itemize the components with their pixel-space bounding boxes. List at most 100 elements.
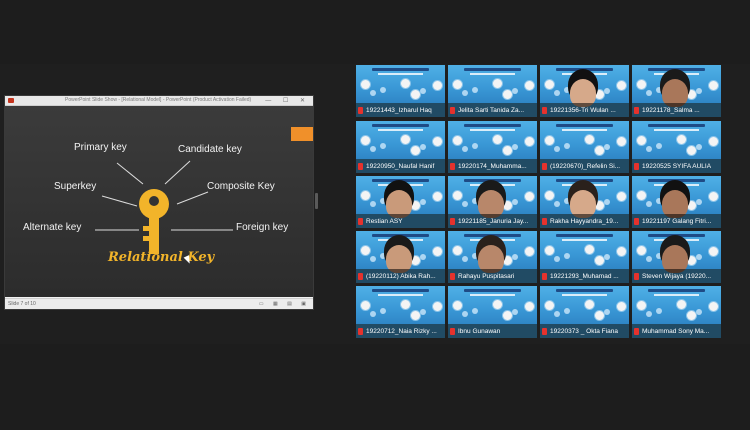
participant-name: 19221178_Salma ...: [642, 107, 700, 114]
logo-icon: [554, 201, 560, 207]
participant-tile[interactable]: 19220373 _ Okta Fiana: [540, 286, 629, 338]
background-subheading: [654, 294, 699, 296]
participant-name: 19221185_Januria Jay...: [458, 218, 529, 225]
logo-icon: [616, 301, 627, 312]
logo-icon: [452, 79, 463, 90]
background-subheading: [654, 129, 699, 131]
background-heading: [464, 124, 521, 127]
mic-muted-icon: [542, 107, 547, 114]
participant-name: Muhammad Sony Ma...: [642, 328, 710, 335]
logo-icon: [544, 300, 555, 311]
background-subheading: [562, 294, 607, 296]
background-logos: [544, 298, 627, 321]
logo-icon: [492, 78, 503, 89]
background-subheading: [654, 73, 699, 75]
participant-tile[interactable]: (19220112) Abika Rah...: [356, 231, 445, 283]
participant-tile[interactable]: Ibnu Gunawan: [448, 286, 537, 338]
participant-tile[interactable]: (19220670)_Refelin Si...: [540, 121, 629, 173]
participant-tile[interactable]: 19221197 Galang Fitri...: [632, 176, 721, 228]
background-subheading: [378, 239, 423, 241]
participant-tile[interactable]: 19221293_Muhamad ...: [540, 231, 629, 283]
participant-tile[interactable]: Restian ASY: [356, 176, 445, 228]
slide-accent-tab: [291, 127, 313, 141]
participant-tile[interactable]: Rakha Hayyandra_19...: [540, 176, 629, 228]
key-hole: [149, 196, 159, 206]
participant-tile[interactable]: 19220950_Naufal Hanif: [356, 121, 445, 173]
mic-muted-icon: [542, 163, 547, 170]
mic-muted-icon: [358, 218, 363, 225]
logo-icon: [370, 146, 376, 152]
participant-tile[interactable]: Rahayu Puspitasari: [448, 231, 537, 283]
logo-icon: [554, 256, 560, 262]
logo-icon: [616, 80, 627, 91]
logo-icon: [462, 201, 468, 207]
logo-icon: [410, 145, 421, 156]
mic-muted-icon: [358, 163, 363, 170]
participant-tile[interactable]: 19221443_Izharul Haq: [356, 65, 445, 117]
logo-icon: [524, 80, 535, 91]
mic-muted-icon: [450, 107, 455, 114]
logo-icon: [708, 301, 719, 312]
logo-icon: [564, 143, 570, 149]
participant-tile[interactable]: 19220525 SYIFA AULIA: [632, 121, 721, 173]
logo-icon: [380, 308, 386, 314]
label-candidate-key: Candidate key: [178, 144, 242, 155]
view-controls-icon[interactable]: ▭ ▦ ▤ ▣: [259, 301, 310, 307]
virtual-background: [448, 65, 537, 103]
panel-splitter-handle[interactable]: [315, 193, 318, 209]
logo-icon: [544, 190, 555, 201]
background-subheading: [562, 239, 607, 241]
virtual-background: [540, 231, 629, 269]
background-subheading: [378, 184, 423, 186]
window-controls[interactable]: — ☐ ✕: [265, 97, 310, 104]
background-heading: [464, 179, 521, 182]
participant-name: 19220950_Naufal Hanif: [366, 163, 435, 170]
virtual-background: [540, 121, 629, 159]
connector-superkey: [101, 195, 138, 207]
virtual-background: [448, 121, 537, 159]
participant-tile[interactable]: 19221178_Salma ...: [632, 65, 721, 117]
logo-icon: [380, 87, 386, 93]
logo-icon: [584, 134, 595, 145]
participant-tile[interactable]: Jelita Sarti Tanida Za...: [448, 65, 537, 117]
logo-icon: [370, 311, 376, 317]
logo-icon: [708, 80, 719, 91]
virtual-background: [356, 286, 445, 324]
logo-icon: [410, 310, 421, 321]
shared-screen-window[interactable]: PowerPoint Slide Show - [Relational Mode…: [4, 95, 314, 310]
background-heading: [464, 234, 521, 237]
mic-muted-icon: [634, 107, 639, 114]
logo-icon: [462, 90, 468, 96]
mic-muted-icon: [542, 218, 547, 225]
background-subheading: [562, 73, 607, 75]
logo-icon: [472, 308, 478, 314]
participant-name: Jelita Sarti Tanida Za...: [458, 107, 524, 114]
participant-tile[interactable]: 19220712_Naia Rizky ...: [356, 286, 445, 338]
background-heading: [556, 68, 613, 71]
participant-tile[interactable]: 19220174_Muhamma...: [448, 121, 537, 173]
logo-icon: [370, 90, 376, 96]
logo-icon: [646, 90, 652, 96]
background-subheading: [378, 294, 423, 296]
participant-tile[interactable]: 19221356-Tri Wulan ...: [540, 65, 629, 117]
logo-icon: [686, 310, 697, 321]
participant-tile[interactable]: Muhammad Sony Ma...: [632, 286, 721, 338]
logo-icon: [554, 90, 560, 96]
logo-icon: [544, 79, 555, 90]
logo-icon: [524, 136, 535, 147]
participant-tile[interactable]: Steven Wijaya (19220...: [632, 231, 721, 283]
virtual-background: [632, 121, 721, 159]
powerpoint-icon: [8, 98, 14, 103]
participant-name: Rahayu Puspitasari: [458, 273, 515, 280]
participant-tile[interactable]: 19221185_Januria Jay...: [448, 176, 537, 228]
logo-icon: [452, 300, 463, 311]
background-heading: [372, 234, 429, 237]
background-logos: [636, 298, 719, 321]
participant-name: (19220112) Abika Rah...: [366, 273, 436, 280]
logo-icon: [564, 308, 570, 314]
label-foreign-key: Foreign key: [236, 222, 289, 233]
background-heading: [464, 289, 521, 292]
logo-icon: [360, 79, 371, 90]
logo-icon: [594, 255, 605, 266]
background-logos: [544, 133, 627, 156]
